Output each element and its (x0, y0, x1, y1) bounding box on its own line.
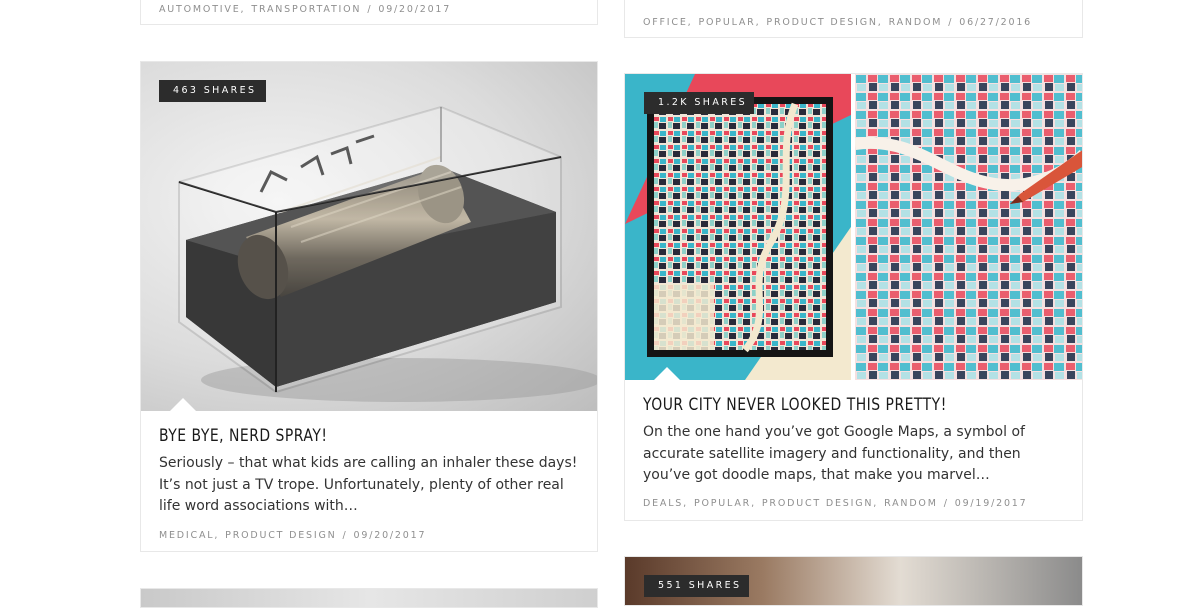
post-card-nerd-spray[interactable]: 463 SHARES BYE BYE, NERD SPRAY! Seriousl… (140, 61, 598, 552)
post-card-city-maps[interactable]: 1.2K SHARES YOUR CITY NEVER LOOKED THIS … (624, 73, 1083, 521)
post-card-top-right[interactable]: OFFICE, POPULAR, PRODUCT DESIGN, RANDOM/06/… (624, 0, 1083, 38)
post-title[interactable]: YOUR CITY NEVER LOOKED THIS PRETTY! (643, 395, 947, 415)
category-link[interactable]: RANDOM (889, 17, 943, 28)
post-excerpt: On the one hand you’ve got Google Maps, … (643, 424, 1025, 483)
category-link[interactable]: OFFICE (643, 17, 688, 28)
category-link[interactable]: POPULAR (698, 17, 755, 28)
category-link[interactable]: PRODUCT DESIGN (225, 530, 336, 541)
post-date: 09/20/2017 (378, 4, 452, 15)
city-map-illustration (625, 74, 1082, 380)
category-link[interactable]: MEDICAL (159, 530, 214, 541)
category-link[interactable]: PRODUCT DESIGN (766, 17, 877, 28)
inhaler-box-illustration (178, 105, 597, 402)
category-link[interactable]: RANDOM (884, 498, 938, 509)
post-card-top-left[interactable]: AUTOMOTIVE, TRANSPORTATION/09/20/2017 (140, 0, 598, 25)
share-count-badge: 1.2K SHARES (644, 92, 754, 114)
post-meta: DEALS, POPULAR, PRODUCT DESIGN, RANDOM/09/1… (643, 498, 1028, 509)
post-image-inhaler[interactable] (141, 62, 597, 411)
post-date: 09/20/2017 (353, 530, 427, 541)
post-title[interactable]: BYE BYE, NERD SPRAY! (159, 426, 327, 446)
category-link[interactable]: PRODUCT DESIGN (762, 498, 873, 509)
category-link[interactable]: TRANSPORTATION (251, 4, 361, 15)
post-excerpt: Seriously – that what kids are calling a… (159, 455, 578, 514)
post-image-city-map[interactable] (625, 74, 1082, 380)
post-meta: AUTOMOTIVE, TRANSPORTATION/09/20/2017 (159, 4, 452, 15)
post-card-bottom-left[interactable] (140, 588, 598, 608)
share-count-badge: 463 SHARES (159, 80, 266, 102)
share-count-badge: 551 SHARES (644, 575, 749, 597)
category-link[interactable]: DEALS (643, 498, 683, 509)
category-link[interactable]: AUTOMOTIVE (159, 4, 241, 15)
post-date: 06/27/2016 (959, 17, 1033, 28)
post-meta: OFFICE, POPULAR, PRODUCT DESIGN, RANDOM/06/… (643, 17, 1033, 28)
image-notch (170, 398, 196, 411)
category-link[interactable]: POPULAR (694, 498, 751, 509)
post-date: 09/19/2017 (954, 498, 1028, 509)
post-meta: MEDICAL, PRODUCT DESIGN/09/20/2017 (159, 530, 427, 541)
image-notch (654, 367, 680, 380)
